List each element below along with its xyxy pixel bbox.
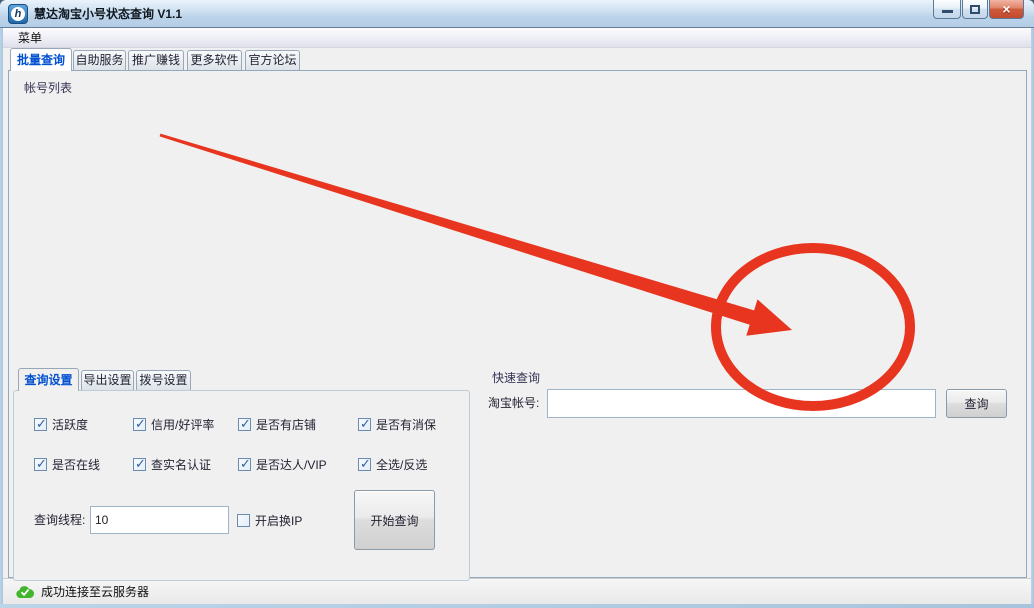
account-list-group-label: 帐号列表: [20, 81, 76, 95]
thread-label: 查询线程:: [34, 506, 85, 534]
window-border-bottom: [0, 604, 1034, 608]
checkbox-has-shop[interactable]: 是否有店铺: [238, 416, 316, 432]
checkbox-has-insurance[interactable]: 是否有消保: [358, 416, 436, 432]
tab-more-software[interactable]: 更多软件: [187, 50, 242, 70]
tab-promo-earn[interactable]: 推广赚钱: [128, 50, 184, 70]
menu-bar: 菜单: [3, 28, 1031, 48]
maximize-button[interactable]: [962, 0, 988, 19]
window-border-left: [0, 28, 3, 604]
tab-query-settings[interactable]: 查询设置: [18, 368, 79, 391]
checkbox-icon: [237, 514, 250, 527]
tab-export-settings[interactable]: 导出设置: [81, 370, 134, 390]
checkbox-online[interactable]: 是否在线: [34, 456, 100, 472]
checkbox-daren-vip[interactable]: 是否达人/VIP: [238, 456, 327, 472]
tab-batch-query[interactable]: 批量查询: [10, 48, 72, 71]
thread-input[interactable]: [90, 506, 229, 534]
minimize-icon: [942, 10, 953, 13]
checkbox-icon: [238, 418, 251, 431]
tab-self-service[interactable]: 自助服务: [73, 50, 126, 70]
checkbox-credit-rate[interactable]: 信用/好评率: [133, 416, 214, 432]
checkbox-activity[interactable]: 活跃度: [34, 416, 88, 432]
window-title: 慧达淘宝小号状态查询 V1.1: [34, 0, 182, 28]
checkbox-icon: [34, 458, 47, 471]
close-icon: ×: [1002, 2, 1010, 16]
maximize-icon: [970, 5, 980, 14]
checkbox-icon: [358, 458, 371, 471]
status-text: 成功连接至云服务器: [41, 583, 149, 600]
quick-account-label: 淘宝帐号:: [488, 389, 539, 418]
checkbox-icon: [133, 458, 146, 471]
minimize-button[interactable]: [933, 0, 961, 19]
start-query-button[interactable]: 开始查询: [354, 490, 435, 550]
title-bar: h 慧达淘宝小号状态查询 V1.1 ×: [0, 0, 1034, 28]
app-window: h 慧达淘宝小号状态查询 V1.1 × 菜单 批量查询 自助服务 推广赚钱 更多…: [0, 0, 1034, 608]
checkbox-realname[interactable]: 查实名认证: [133, 456, 211, 472]
status-bar: 成功连接至云服务器: [3, 578, 1031, 604]
menu-item[interactable]: 菜单: [14, 28, 46, 48]
checkbox-icon: [34, 418, 47, 431]
tab-official-forum[interactable]: 官方论坛: [245, 50, 300, 70]
quick-query-group-label: 快速查询: [488, 371, 544, 385]
app-icon: h: [8, 4, 28, 24]
tab-dial-settings[interactable]: 拨号设置: [136, 370, 191, 390]
quick-account-input[interactable]: [547, 389, 936, 418]
checkbox-switch-ip[interactable]: 开启换IP: [237, 512, 302, 528]
checkbox-icon: [358, 418, 371, 431]
checkbox-icon: [238, 458, 251, 471]
quick-query-button[interactable]: 查询: [946, 389, 1007, 418]
checkbox-icon: [133, 418, 146, 431]
cloud-check-icon: [15, 585, 35, 599]
checkbox-select-all[interactable]: 全选/反选: [358, 456, 427, 472]
close-button[interactable]: ×: [989, 0, 1024, 19]
